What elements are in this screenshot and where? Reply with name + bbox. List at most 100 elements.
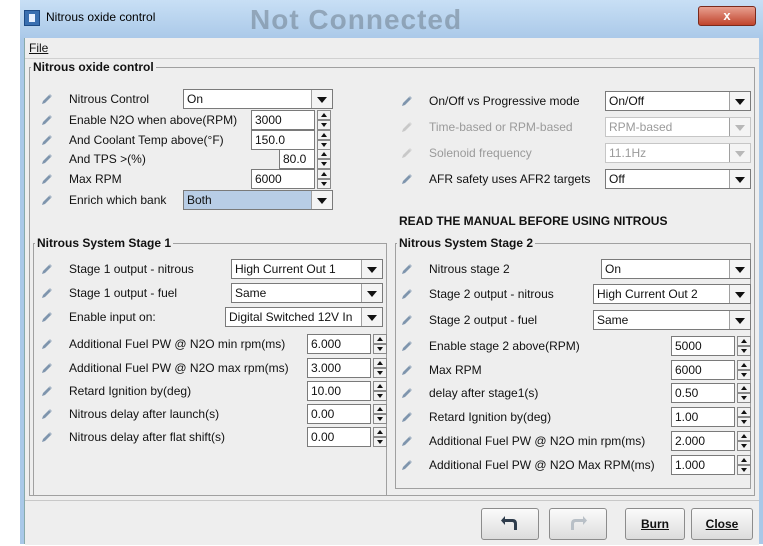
spinner-up-icon[interactable]: [317, 169, 331, 179]
chevron-down-icon[interactable]: [729, 311, 750, 329]
spinner-input[interactable]: 0.50: [671, 383, 735, 403]
menu-file[interactable]: File: [29, 41, 48, 55]
spinner-down-icon[interactable]: [373, 368, 387, 378]
spinner-down-icon[interactable]: [317, 120, 331, 130]
spinner-down-icon[interactable]: [737, 346, 751, 356]
spinner-down-icon[interactable]: [373, 344, 387, 354]
stage1-group-title: Nitrous System Stage 1: [35, 236, 174, 250]
spinner-up-icon[interactable]: [737, 455, 751, 465]
window-close-button[interactable]: x: [698, 6, 756, 26]
title-bar[interactable]: Nitrous oxide control Not Connected x: [20, 0, 763, 40]
spinner-input[interactable]: 0.00: [307, 404, 371, 424]
spinner-up-icon[interactable]: [373, 358, 387, 368]
chevron-down-icon[interactable]: [729, 285, 750, 303]
chevron-down-icon[interactable]: [729, 260, 750, 278]
field-dropdown[interactable]: Same: [231, 283, 383, 303]
chevron-down-icon[interactable]: [311, 90, 332, 108]
spinner-down-icon[interactable]: [373, 414, 387, 424]
spinner-down-icon[interactable]: [737, 465, 751, 475]
spinner-down-icon[interactable]: [373, 437, 387, 447]
spinner-input[interactable]: 6.000: [307, 334, 371, 354]
close-button[interactable]: Close: [691, 508, 753, 540]
spinner-down-icon[interactable]: [737, 393, 751, 403]
app-window: Nitrous oxide control Not Connected x Fi…: [20, 0, 763, 545]
nitrous-control-group-title: Nitrous oxide control: [31, 60, 156, 74]
spinner-input[interactable]: 10.00: [307, 381, 371, 401]
spinner-up-icon[interactable]: [737, 431, 751, 441]
spinner-value: 2.000: [675, 434, 706, 448]
edit-pencil-icon: [401, 121, 413, 133]
spinner-up-icon[interactable]: [737, 336, 751, 346]
spinner-up-icon[interactable]: [373, 381, 387, 391]
field-dropdown[interactable]: Same: [593, 310, 751, 330]
redo-button[interactable]: [549, 508, 607, 540]
spinner-up-icon[interactable]: [737, 360, 751, 370]
field-spinner: 3000: [251, 110, 331, 130]
field-label: Enrich which bank: [69, 193, 167, 207]
spinner-buttons: [737, 360, 751, 380]
dropdown-value: On: [187, 92, 204, 106]
dropdown-value: Both: [187, 193, 212, 207]
spinner-input[interactable]: 6000: [251, 169, 315, 189]
spinner-buttons: [317, 169, 331, 189]
chevron-down-icon[interactable]: [311, 191, 332, 209]
spinner-input[interactable]: 5000: [671, 336, 735, 356]
spinner-down-icon[interactable]: [317, 179, 331, 189]
field-dropdown[interactable]: On/Off: [605, 91, 751, 111]
field-dropdown[interactable]: Off: [605, 169, 751, 189]
chevron-down-icon[interactable]: [361, 308, 382, 326]
edit-pencil-icon: [401, 340, 413, 352]
field-spinner: 80.0: [279, 149, 331, 169]
field-label: Retard Ignition by(deg): [69, 384, 192, 398]
spinner-down-icon[interactable]: [373, 391, 387, 401]
undo-button[interactable]: [481, 508, 539, 540]
chevron-down-icon[interactable]: [361, 284, 382, 302]
field-dropdown: 11.1Hz: [605, 143, 751, 163]
chevron-down-icon[interactable]: [729, 170, 750, 188]
menu-bar: File: [25, 38, 759, 59]
field-dropdown[interactable]: High Current Out 2: [593, 284, 751, 304]
spinner-input[interactable]: 1.000: [671, 455, 735, 475]
spinner-input[interactable]: 0.00: [307, 427, 371, 447]
edit-pencil-icon: [41, 362, 53, 374]
field-dropdown[interactable]: High Current Out 1: [231, 259, 383, 279]
spinner-buttons: [737, 407, 751, 427]
spinner-down-icon[interactable]: [737, 370, 751, 380]
field-dropdown[interactable]: Both: [183, 190, 333, 210]
spinner-input[interactable]: 150.0: [251, 130, 315, 150]
spinner-down-icon[interactable]: [737, 441, 751, 451]
spinner-value: 3000: [255, 113, 282, 127]
field-spinner: 2.000: [671, 431, 751, 451]
spinner-up-icon[interactable]: [373, 334, 387, 344]
spinner-input[interactable]: 6000: [671, 360, 735, 380]
field-spinner: 6000: [671, 360, 751, 380]
field-label: Nitrous delay after launch(s): [69, 407, 220, 421]
field-dropdown[interactable]: Digital Switched 12V In: [225, 307, 383, 327]
field-label: Stage 1 output - fuel: [69, 286, 178, 300]
spinner-down-icon[interactable]: [317, 159, 331, 169]
spinner-input[interactable]: 3.000: [307, 358, 371, 378]
spinner-input[interactable]: 3000: [251, 110, 315, 130]
chevron-down-icon[interactable]: [361, 260, 382, 278]
spinner-up-icon[interactable]: [737, 383, 751, 393]
spinner-input[interactable]: 1.00: [671, 407, 735, 427]
spinner-down-icon[interactable]: [737, 417, 751, 427]
chevron-down-icon: [729, 144, 750, 162]
edit-pencil-icon: [401, 147, 413, 159]
app-icon: [24, 10, 40, 26]
spinner-input[interactable]: 80.0: [279, 149, 315, 169]
spinner-up-icon[interactable]: [317, 130, 331, 140]
spinner-up-icon[interactable]: [317, 149, 331, 159]
field-label: Nitrous delay after flat shift(s): [69, 430, 226, 444]
spinner-input[interactable]: 2.000: [671, 431, 735, 451]
chevron-down-icon[interactable]: [729, 92, 750, 110]
spinner-up-icon[interactable]: [373, 404, 387, 414]
spinner-up-icon[interactable]: [373, 427, 387, 437]
field-dropdown[interactable]: On: [601, 259, 751, 279]
field-dropdown[interactable]: On: [183, 89, 333, 109]
burn-button[interactable]: Burn: [625, 508, 685, 540]
burn-button-label: Burn: [641, 517, 669, 531]
spinner-up-icon[interactable]: [317, 110, 331, 120]
spinner-up-icon[interactable]: [737, 407, 751, 417]
spinner-value: 6000: [675, 363, 702, 377]
